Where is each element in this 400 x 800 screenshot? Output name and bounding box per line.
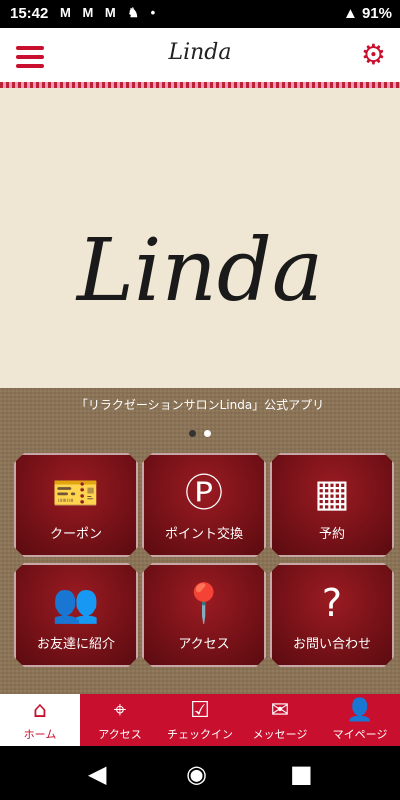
home-circle-icon[interactable]: ◉ xyxy=(186,760,207,788)
tab-label: ホーム xyxy=(23,728,57,741)
tile-label: クーポン xyxy=(49,527,102,542)
tile-label: お友達に紹介 xyxy=(36,637,115,652)
tile-contact[interactable]: ? お問い合わせ xyxy=(270,563,394,667)
points-icon: Ⓟ xyxy=(184,471,223,515)
tile-label: ポイント交換 xyxy=(164,527,243,542)
tile-label: 予約 xyxy=(318,527,345,542)
bottom-tab-bar: ⌂ ホーム ⌖ アクセス ☑ チェックイン ✉ メッセージ 👤 マイページ xyxy=(0,694,400,746)
tab-access[interactable]: ⌖ アクセス xyxy=(80,694,160,746)
tab-mypage[interactable]: 👤 マイページ xyxy=(320,694,400,746)
calendar-icon: ▦ xyxy=(314,471,350,515)
location-icon: 📍 xyxy=(180,581,228,625)
carousel-dot[interactable] xyxy=(189,430,196,437)
notification-icons: M M M ♞ • xyxy=(60,5,160,20)
question-icon: ? xyxy=(321,581,343,625)
app-subtitle: 「リラクゼーションサロンLinda」公式アプリ xyxy=(75,398,325,412)
tile-coupon[interactable]: 🎫 クーポン xyxy=(14,453,138,557)
tile-label: お問い合わせ xyxy=(292,637,371,652)
app-header: Linda ⚙ xyxy=(0,28,400,82)
tile-reservation[interactable]: ▦ 予約 xyxy=(270,453,394,557)
recents-icon[interactable]: ■ xyxy=(290,760,313,788)
tile-label: アクセス xyxy=(178,637,230,652)
friends-icon: 👥 xyxy=(52,581,100,625)
tab-label: マイページ xyxy=(332,728,388,741)
tile-invite-friends[interactable]: 👥 お友達に紹介 xyxy=(14,563,138,667)
hero-logo: Linda xyxy=(76,221,324,321)
user-icon: 👤 xyxy=(346,698,374,723)
status-time: 15:42 xyxy=(10,5,49,22)
system-nav-bar: ◀ ◉ ■ xyxy=(0,746,400,800)
tile-access[interactable]: 📍 アクセス xyxy=(142,563,266,667)
status-bar: 15:42 M M M ♞ • ▲ 91% xyxy=(0,0,400,28)
location-icon: ⌖ xyxy=(113,698,127,723)
checkin-icon: ☑ xyxy=(190,698,210,723)
status-right: ▲ 91% xyxy=(343,5,392,22)
coupon-icon: 🎫 xyxy=(52,471,100,515)
tab-label: アクセス xyxy=(98,728,142,741)
mail-icon: ✉ xyxy=(270,698,290,723)
hero-banner[interactable]: Linda xyxy=(0,88,400,388)
carousel-dot[interactable] xyxy=(204,430,211,437)
tab-label: チェックイン xyxy=(167,728,233,741)
menu-area: 「リラクゼーションサロンLinda」公式アプリ 🎫 クーポン Ⓟ ポイント交換 … xyxy=(0,388,400,694)
battery-level: 91% xyxy=(361,5,392,22)
signal-icon: ▲ xyxy=(342,5,362,22)
app-title: Linda xyxy=(168,40,232,65)
tab-messages[interactable]: ✉ メッセージ xyxy=(240,694,320,746)
home-icon: ⌂ xyxy=(33,698,47,723)
tile-points[interactable]: Ⓟ ポイント交換 xyxy=(142,453,266,557)
back-icon[interactable]: ◀ xyxy=(88,760,106,788)
tab-home[interactable]: ⌂ ホーム xyxy=(0,694,80,746)
carousel-dots xyxy=(0,422,400,441)
gear-icon[interactable]: ⚙ xyxy=(361,40,386,70)
tab-label: メッセージ xyxy=(252,728,308,741)
tab-checkin[interactable]: ☑ チェックイン xyxy=(160,694,240,746)
